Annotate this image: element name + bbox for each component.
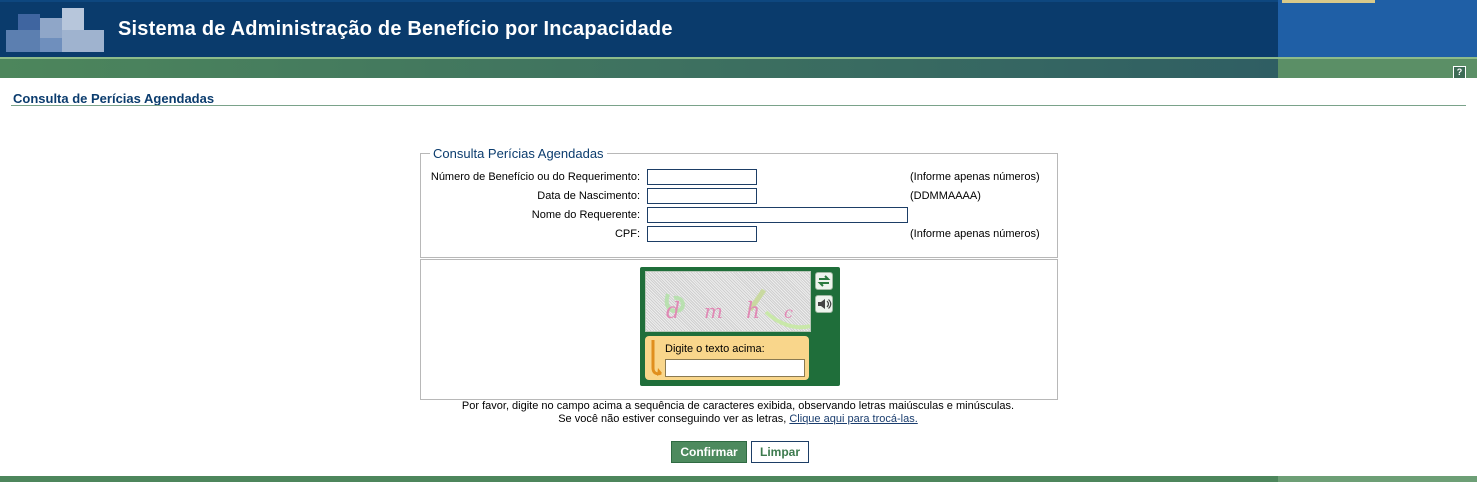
page-title-divider <box>11 105 1466 106</box>
captcha-change-link[interactable]: Clique aqui para trocá-las. <box>789 413 917 425</box>
svg-text:c: c <box>784 303 793 322</box>
applicant-name-label: Nome do Requerente: <box>531 209 640 221</box>
svg-text:h: h <box>746 299 760 324</box>
nav-bar-stripe <box>0 57 1477 59</box>
captcha-input[interactable] <box>665 359 805 377</box>
logo <box>6 8 104 52</box>
benefit-number-label: Número de Benefício ou do Requerimento: <box>430 171 640 183</box>
cpf-input[interactable] <box>647 226 757 242</box>
cpf-hint: (Informe apenas números) <box>910 228 1040 240</box>
help-button[interactable]: ? <box>1453 66 1466 79</box>
speaker-icon[interactable] <box>815 295 833 313</box>
applicant-name-input[interactable] <box>647 207 908 223</box>
birth-date-hint: (DDMMAAAA) <box>910 190 981 202</box>
refresh-icon[interactable] <box>815 272 833 290</box>
app-title: Sistema de Administração de Benefício po… <box>118 18 673 40</box>
clear-button[interactable]: Limpar <box>751 441 809 463</box>
svg-text:d: d <box>666 299 680 324</box>
page-title: Consulta de Perícias Agendadas <box>13 91 215 106</box>
header-bar: Sistema de Administração de Benefício po… <box>0 0 1477 57</box>
footer-bar-right <box>1278 476 1477 482</box>
header-gold-accent <box>1282 0 1375 3</box>
captcha-input-label: Digite o texto acima: <box>665 343 765 355</box>
captcha-instructions: Por favor, digite no campo acima a sequê… <box>461 400 1015 412</box>
svg-text:m: m <box>704 299 723 323</box>
birth-date-input[interactable] <box>647 188 757 204</box>
header-top-line <box>0 0 1477 2</box>
captcha-change-note: Se você não estiver conseguindo ver as l… <box>420 413 1056 425</box>
nav-bar-gradient <box>0 57 1278 78</box>
benefit-number-hint: (Informe apenas números) <box>910 171 1040 183</box>
captcha-change-text: Se você não estiver conseguindo ver as l… <box>558 413 787 425</box>
cpf-label: CPF: <box>614 228 640 240</box>
footer-bar <box>0 476 1477 482</box>
captcha-image: d m h c <box>645 271 811 332</box>
confirm-button[interactable]: Confirmar <box>671 441 747 463</box>
fieldset-legend: Consulta Perícias Agendadas <box>430 146 607 161</box>
arrow-icon <box>649 340 663 378</box>
birth-date-label: Data de Nascimento: <box>537 190 640 202</box>
header-right-panel <box>1278 0 1477 57</box>
benefit-number-input[interactable] <box>647 169 757 185</box>
